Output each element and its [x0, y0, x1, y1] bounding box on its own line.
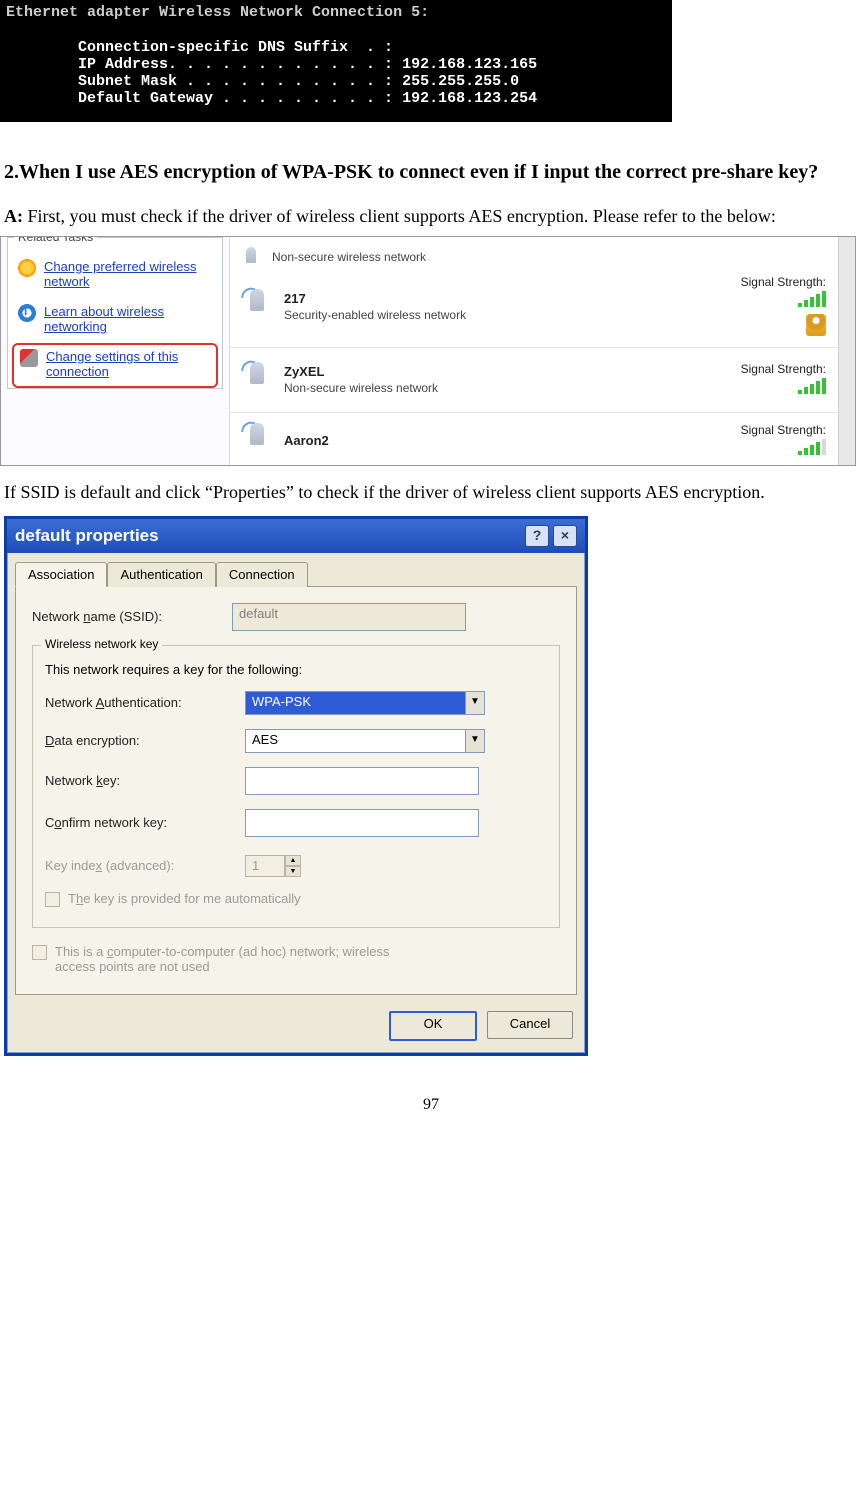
signal-strength-label: Signal Strength: [676, 275, 826, 289]
antenna-icon [240, 287, 274, 327]
wireless-key-group: Wireless network key This network requir… [32, 645, 560, 928]
page-number: 97 [0, 1096, 862, 1114]
answer-prefix: A: [4, 206, 23, 226]
confirm-key-label: Confirm network key: [45, 815, 235, 830]
task-change-settings-link[interactable]: Change settings of this connection [46, 349, 210, 380]
auto-key-checkbox: The key is provided for me automatically [45, 891, 547, 907]
wireless-networks-panel: Related Tasks Change preferred wireless … [0, 236, 856, 466]
chevron-down-icon[interactable]: ▼ [466, 729, 485, 753]
star-icon [18, 259, 36, 277]
cancel-button[interactable]: Cancel [487, 1011, 573, 1039]
tab-association[interactable]: Association [15, 562, 107, 587]
signal-bars-icon [798, 291, 826, 307]
network-desc: Non-secure wireless network [272, 250, 666, 264]
antenna-icon [240, 421, 274, 461]
ok-button[interactable]: OK [389, 1011, 477, 1041]
info-icon [18, 304, 36, 322]
encryption-label: Data encryption: [45, 733, 235, 748]
tabs-row: Association Authentication Connection [7, 553, 585, 586]
task-change-preferred-link[interactable]: Change preferred wireless network [44, 259, 214, 290]
related-tasks-label: Related Tasks [14, 236, 97, 244]
adapter-line: Ethernet adapter Wireless Network Connec… [6, 4, 429, 21]
lock-icon [806, 314, 826, 336]
wrench-icon [20, 349, 38, 367]
close-button[interactable]: × [553, 525, 577, 547]
network-name: Aaron2 [284, 433, 666, 448]
related-tasks-pane: Related Tasks Change preferred wireless … [1, 237, 229, 465]
antenna-icon [240, 245, 262, 267]
auto-key-label: The key is provided for me automatically [68, 891, 301, 906]
chevron-down-icon[interactable]: ▼ [466, 691, 485, 715]
signal-strength-label: Signal Strength: [676, 423, 826, 437]
confirm-key-field[interactable] [245, 809, 479, 837]
tab-body: Network name (SSID): default Wireless ne… [15, 586, 577, 995]
faq-answer-2: A: First, you must check if the driver o… [4, 198, 858, 234]
task-change-settings[interactable]: Change settings of this connection [12, 343, 218, 388]
network-name: ZyXEL [284, 364, 666, 379]
ssid-label: Network name (SSID): [32, 609, 222, 624]
key-index-label: Key index (advanced): [45, 858, 235, 873]
auth-value: WPA-PSK [245, 691, 466, 715]
network-key-label: Network key: [45, 773, 235, 788]
group-label: Wireless network key [41, 637, 162, 651]
network-list: Non-secure wireless network 217 Security… [229, 237, 838, 465]
encryption-value: AES [245, 729, 466, 753]
gw-label: Default Gateway . . . . . . . . . : [6, 90, 402, 107]
mask-value: 255.255.255.0 [402, 73, 519, 90]
task-change-preferred[interactable]: Change preferred wireless network [8, 253, 222, 298]
spin-up-icon: ▲ [285, 855, 301, 866]
network-desc: Security-enabled wireless network [284, 308, 666, 322]
key-index-value: 1 [245, 855, 285, 877]
signal-bars-icon [798, 378, 826, 394]
tab-authentication[interactable]: Authentication [107, 562, 215, 587]
antenna-icon [240, 360, 274, 400]
dialog-button-row: OK Cancel [7, 1003, 585, 1053]
data-encryption-combo[interactable]: AES ▼ [245, 729, 485, 753]
ipconfig-terminal: Ethernet adapter Wireless Network Connec… [0, 0, 672, 122]
checkbox-icon [45, 892, 60, 907]
spin-down-icon: ▼ [285, 866, 301, 877]
task-learn-about-link[interactable]: Learn about wireless networking [44, 304, 214, 335]
default-properties-dialog: default properties ? × Association Authe… [4, 516, 588, 1056]
answer-body: First, you must check if the driver of w… [23, 206, 776, 226]
network-row[interactable]: 217 Security-enabled wireless network Si… [230, 267, 838, 348]
signal-bars-icon [798, 439, 826, 455]
key-index-spinner: 1 ▲▼ [245, 855, 301, 877]
mid-paragraph: If SSID is default and click “Properties… [4, 474, 858, 510]
tab-connection[interactable]: Connection [216, 562, 308, 587]
mask-label: Subnet Mask . . . . . . . . . . . : [6, 73, 402, 90]
network-authentication-combo[interactable]: WPA-PSK ▼ [245, 691, 485, 715]
scrollbar[interactable] [838, 237, 855, 465]
ssid-field[interactable]: default [232, 603, 466, 631]
task-learn-about[interactable]: Learn about wireless networking [8, 298, 222, 343]
checkbox-icon [32, 945, 47, 960]
network-row[interactable]: Aaron2 Signal Strength: [230, 413, 838, 461]
signal-strength-label: Signal Strength: [676, 362, 826, 376]
auth-label: Network Authentication: [45, 695, 235, 710]
dns-line: Connection-specific DNS Suffix . : [6, 39, 393, 56]
gw-value: 192.168.123.254 [402, 90, 537, 107]
adhoc-label: This is a computer-to-computer (ad hoc) … [55, 944, 390, 974]
dialog-title: default properties [15, 526, 159, 546]
dialog-titlebar: default properties ? × [7, 519, 585, 553]
adhoc-checkbox: This is a computer-to-computer (ad hoc) … [32, 944, 560, 974]
network-desc: Non-secure wireless network [284, 381, 666, 395]
network-row[interactable]: Non-secure wireless network [230, 237, 838, 267]
ip-value: 192.168.123.165 [402, 56, 537, 73]
network-row[interactable]: ZyXEL Non-secure wireless network Signal… [230, 348, 838, 413]
ip-label: IP Address. . . . . . . . . . . . : [6, 56, 402, 73]
faq-question-2: 2.When I use AES encryption of WPA-PSK t… [4, 152, 858, 192]
network-key-field[interactable] [245, 767, 479, 795]
help-button[interactable]: ? [525, 525, 549, 547]
network-name: 217 [284, 291, 666, 306]
group-text: This network requires a key for the foll… [45, 662, 547, 677]
